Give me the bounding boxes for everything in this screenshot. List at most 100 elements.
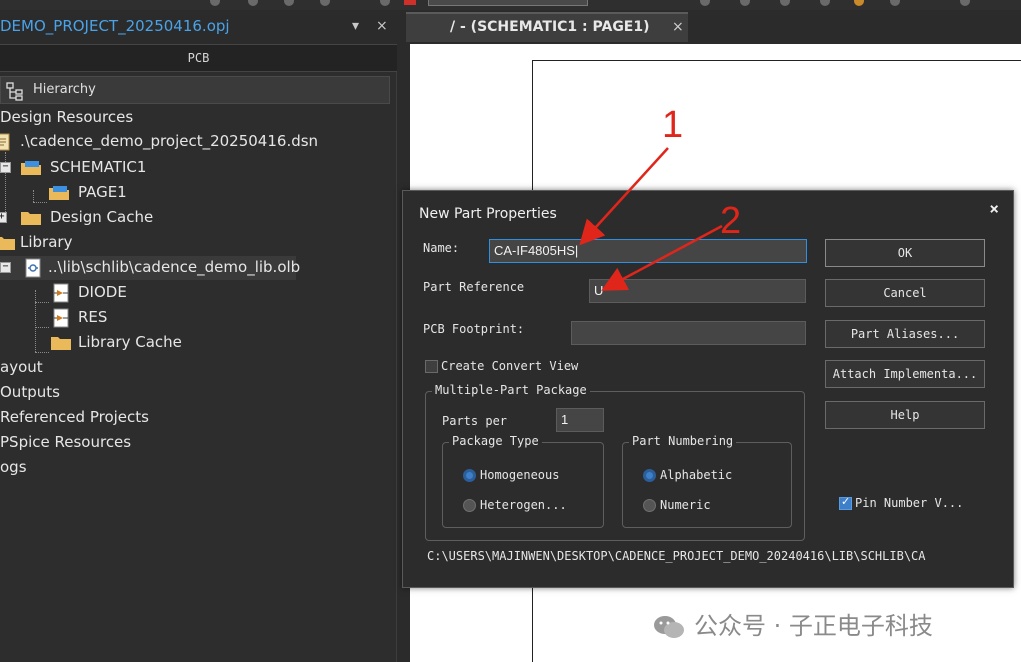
alphabetic-radio[interactable] <box>643 469 656 482</box>
toolbar-button-icon[interactable] <box>248 0 258 6</box>
tab-label: / - (SCHEMATIC1 : PAGE1) <box>450 19 650 35</box>
tree-item-library[interactable]: Library <box>0 231 397 255</box>
tree-item-label: Library <box>20 233 73 251</box>
toolbar-button-icon[interactable] <box>700 0 710 6</box>
project-title-bar: DEMO_PROJECT_20250416.opj ▾ × <box>0 10 397 44</box>
expand-icon[interactable]: + <box>0 212 7 223</box>
toolbar-button-icon[interactable] <box>960 0 970 6</box>
numeric-radio[interactable] <box>643 499 656 512</box>
tab-hierarchy[interactable]: Hierarchy <box>0 76 390 104</box>
multiple-part-package-group: Multiple-Part Package Parts per 1 Packag… <box>425 383 805 541</box>
tree-item-label: PSpice Resources <box>0 433 132 451</box>
panel-menu-chevron-icon[interactable]: ▾ <box>352 18 359 34</box>
tree-item-outputs[interactable]: Outputs <box>0 381 397 405</box>
toolbar-button-icon[interactable] <box>210 0 220 6</box>
project-manager-panel: DEMO_PROJECT_20250416.opj ▾ × PCB Hierar… <box>0 10 397 662</box>
library-file-icon <box>25 258 41 278</box>
tree-item-diode[interactable]: DIODE <box>0 281 397 305</box>
tab-close-icon[interactable]: × <box>672 19 684 35</box>
part-icon <box>53 308 69 328</box>
pcb-footprint-label: PCB Footprint: <box>423 322 525 336</box>
tree-item-layout[interactable]: ayout <box>0 356 397 380</box>
toolbar-button-icon[interactable] <box>740 0 750 6</box>
part-aliases-button[interactable]: Part Aliases... <box>825 320 985 348</box>
tree-item-design-resources[interactable]: Design Resources <box>0 106 397 130</box>
toolbar-red-icon[interactable] <box>404 0 416 5</box>
name-label: Name: <box>423 241 460 255</box>
pin-number-visible-checkbox[interactable] <box>839 495 852 510</box>
tree-item-label: DIODE <box>78 283 127 301</box>
homogeneous-label: Homogeneous <box>480 468 560 482</box>
watermark-text: 公众号 · 子正电子科技 <box>694 612 933 640</box>
folder-icon <box>21 212 41 225</box>
toolbar-button-icon[interactable] <box>854 0 864 6</box>
tree-item-label: ..\lib\schlib\cadence_demo_lib.olb <box>48 258 301 276</box>
dialog-title: New Part Properties <box>419 206 557 222</box>
tree-item-page1[interactable]: PAGE1 <box>0 181 397 205</box>
library-path: C:\USERS\MAJINWEN\DESKTOP\CADENCE_PROJEC… <box>427 549 926 563</box>
schematic-folder-icon <box>21 161 41 175</box>
collapse-icon[interactable]: − <box>0 162 11 173</box>
tree-item-schematic1[interactable]: − SCHEMATIC1 <box>0 156 397 180</box>
multiple-part-package-label: Multiple-Part Package <box>432 383 590 397</box>
toolbar-strip <box>0 0 1021 10</box>
attach-implementation-button[interactable]: Attach Implementa... <box>825 360 985 388</box>
toolbar-button-icon[interactable] <box>820 0 830 6</box>
tree-item-logs[interactable]: ogs <box>0 456 397 480</box>
tree-item-label: ogs <box>0 458 27 476</box>
collapse-icon[interactable]: − <box>0 262 11 273</box>
design-file-icon <box>0 133 10 151</box>
part-reference-field[interactable]: U <box>589 279 806 303</box>
homogeneous-radio[interactable] <box>463 469 476 482</box>
dialog-close-icon[interactable]: × <box>989 199 999 218</box>
part-icon <box>53 283 69 303</box>
numeric-label: Numeric <box>660 498 711 512</box>
toolbar-button-icon[interactable] <box>284 0 294 6</box>
tree-item-label: Library Cache <box>78 333 182 351</box>
tree-item-label: Design Cache <box>50 208 154 226</box>
tree-item-dsn-file[interactable]: .\cadence_demo_project_20250416.dsn <box>0 130 397 154</box>
folder-icon <box>0 237 15 250</box>
part-reference-label: Part Reference <box>423 280 525 294</box>
tab-pcb[interactable]: PCB <box>0 44 397 72</box>
heterogeneous-radio[interactable] <box>463 499 476 512</box>
hierarchy-label: Hierarchy <box>33 82 96 97</box>
tree-item-referenced-projects[interactable]: Referenced Projects <box>0 406 397 430</box>
folder-icon <box>51 337 71 350</box>
panel-close-icon[interactable]: × <box>376 18 388 34</box>
alphabetic-label: Alphabetic <box>660 468 733 482</box>
pin-number-visible-label: Pin Number V... <box>855 496 964 510</box>
wechat-logo-icon <box>654 616 684 638</box>
toolbar-combo-field[interactable] <box>428 0 588 6</box>
tree-item-library-cache[interactable]: Library Cache <box>0 331 397 355</box>
help-button[interactable]: Help <box>825 401 985 429</box>
name-field[interactable]: CA-IF4805HS| <box>489 239 807 263</box>
annotation-number-2: 2 <box>720 200 742 242</box>
tree-item-label: RES <box>78 308 108 326</box>
create-convert-view-label: Create Convert View <box>441 359 579 373</box>
parts-per-field[interactable]: 1 <box>556 408 604 432</box>
tree-item-label: .\cadence_demo_project_20250416.dsn <box>20 132 319 150</box>
tree-item-design-cache[interactable]: + Design Cache <box>0 206 397 230</box>
tree-item-pspice-resources[interactable]: PSpice Resources <box>0 431 397 455</box>
tree-item-label: Design Resources <box>0 108 134 126</box>
toolbar-button-icon[interactable] <box>780 0 790 6</box>
parts-per-label: Parts per <box>442 414 508 428</box>
pcb-footprint-field[interactable] <box>571 321 806 345</box>
toolbar-button-icon[interactable] <box>890 0 900 6</box>
tab-schematic1-page1[interactable]: / - (SCHEMATIC1 : PAGE1) × <box>406 12 688 42</box>
package-type-group: Package Type Homogeneous Heterogen... <box>442 434 604 528</box>
package-type-label: Package Type <box>449 434 542 448</box>
toolbar-button-icon[interactable] <box>380 0 390 6</box>
cancel-button[interactable]: Cancel <box>825 279 985 307</box>
tree-item-olb-file[interactable]: − ..\lib\schlib\cadence_demo_lib.olb <box>0 256 300 280</box>
tree-item-label: Referenced Projects <box>0 408 149 426</box>
ok-button[interactable]: OK <box>825 239 985 267</box>
toolbar-button-icon[interactable] <box>320 0 330 6</box>
editor-tab-bar: / - (SCHEMATIC1 : PAGE1) × <box>398 10 1021 42</box>
create-convert-view-checkbox[interactable] <box>425 360 438 373</box>
tree-item-res[interactable]: RES <box>0 306 397 330</box>
page-icon <box>49 186 69 200</box>
part-numbering-label: Part Numbering <box>629 434 737 448</box>
new-part-properties-dialog: New Part Properties × Name: CA-IF4805HS|… <box>402 190 1014 588</box>
